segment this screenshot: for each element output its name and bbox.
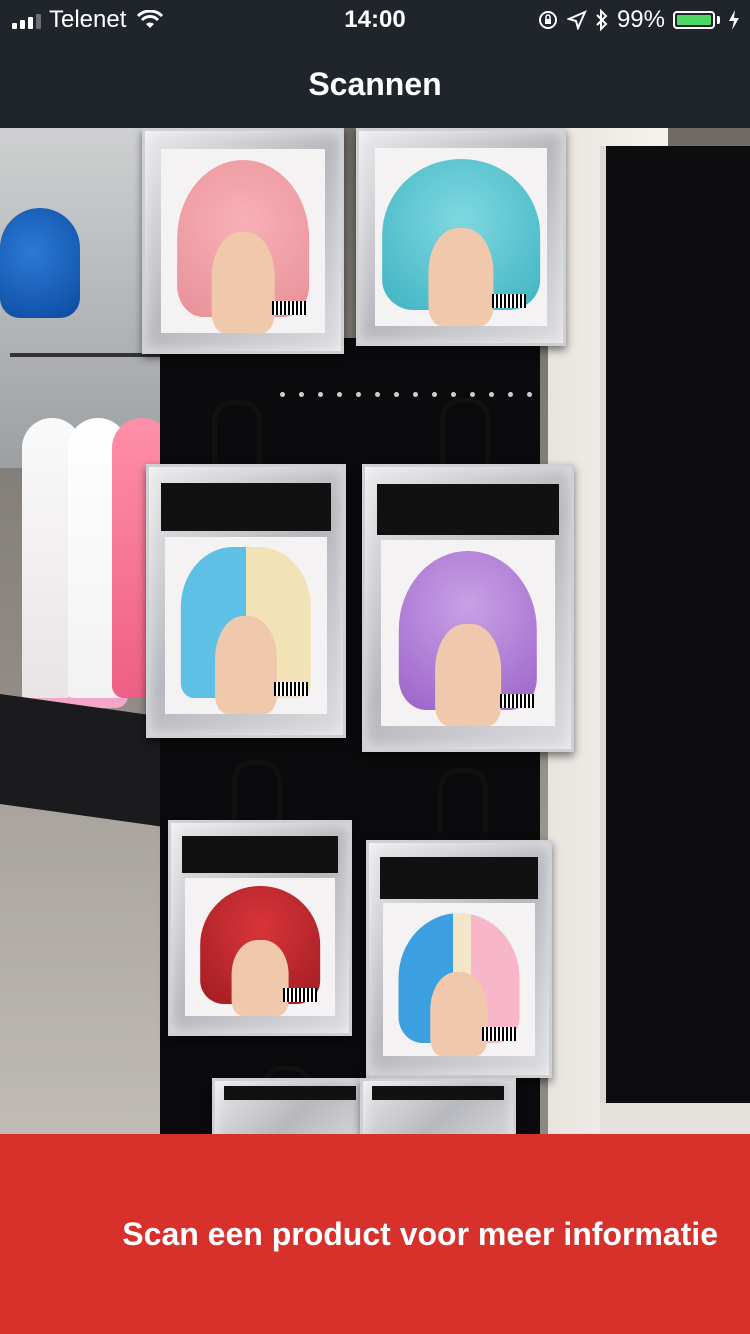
orientation-lock-icon	[538, 11, 557, 29]
bluetooth-icon	[596, 9, 608, 31]
hanger	[232, 760, 282, 825]
black-door	[600, 146, 750, 1106]
clothing-rack	[10, 353, 160, 357]
wig-package-red-long	[168, 820, 352, 1036]
status-bar: Telenet 14:00 99%	[0, 0, 750, 40]
hanger	[438, 768, 488, 833]
blue-mascot-costume	[0, 208, 80, 318]
battery-fill	[677, 15, 711, 25]
location-arrow-icon	[566, 10, 587, 30]
nav-bar: Scannen	[0, 40, 750, 128]
wig-package-partial	[360, 1078, 516, 1134]
wig-package-pink-updo	[142, 128, 344, 354]
wig-package-blue-afro	[356, 128, 566, 346]
hanger	[440, 398, 490, 463]
camera-viewfinder[interactable]	[0, 128, 750, 1134]
scan-instruction-text: Scan een product voor meer informatie	[122, 1216, 718, 1252]
scan-info-banner: Scan een product voor meer informatie	[0, 1134, 750, 1334]
battery-percent: 99%	[616, 6, 665, 33]
hanger	[212, 400, 262, 465]
status-right: 99%	[537, 6, 740, 34]
wig-package-purple-pigtails	[362, 464, 574, 752]
wig-package-partial	[212, 1078, 368, 1134]
wig-package-blue-blonde-long	[146, 464, 346, 738]
page-title: Scannen	[308, 66, 442, 102]
battery-icon	[673, 11, 715, 29]
door-threshold	[600, 1103, 750, 1134]
peg-holes	[280, 392, 532, 397]
wig-package-blue-pink-ponytails	[366, 840, 552, 1078]
battery-nub	[717, 16, 720, 24]
charging-bolt-icon	[729, 10, 739, 30]
